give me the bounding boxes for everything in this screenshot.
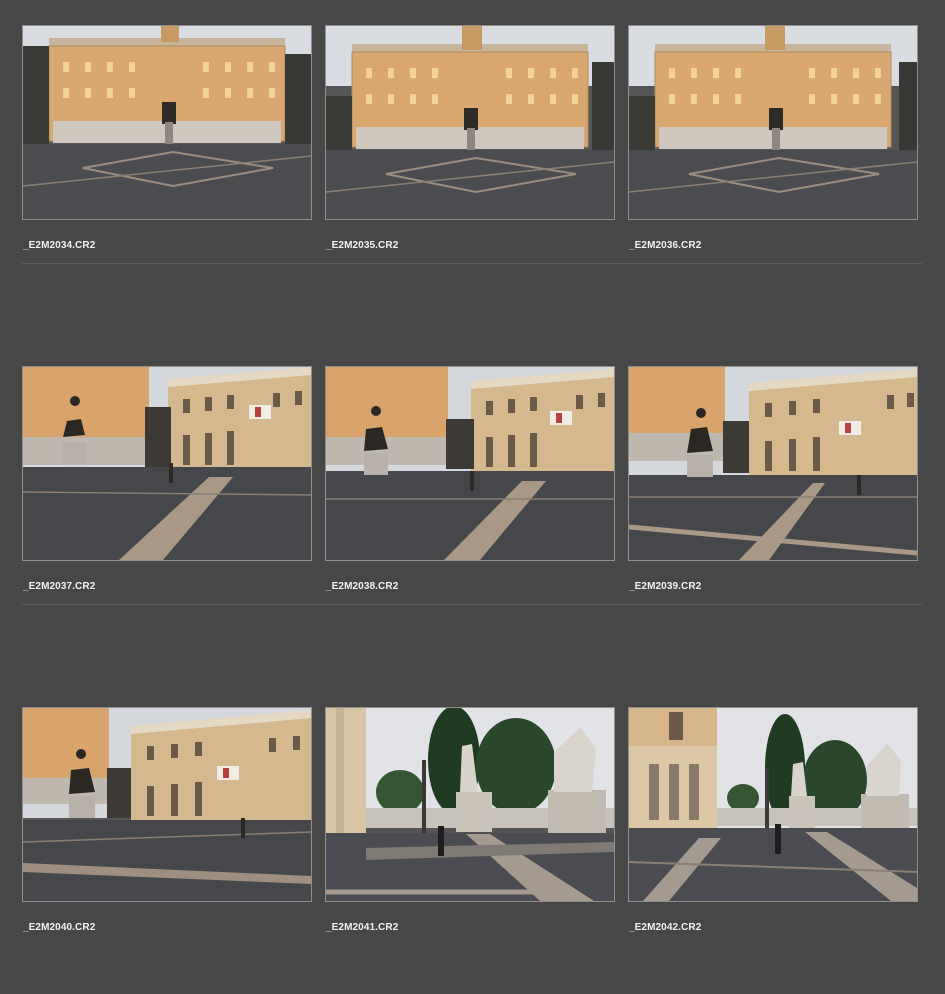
photo-thumbnail[interactable] xyxy=(628,707,918,902)
row-divider xyxy=(22,263,922,264)
thumbnail-filename: _E2M2035.CR2 xyxy=(326,240,399,251)
balustrade-statues-trees-icon xyxy=(326,708,614,901)
front-palazzo-lit-icon xyxy=(629,26,917,219)
grid-cell-8[interactable]: _E2M2041.CR2 xyxy=(325,707,615,947)
angled-piazza-statue-icon xyxy=(23,367,311,560)
grid-cell-3[interactable]: _E2M2036.CR2 xyxy=(628,25,918,265)
balustrade-statues-trees-icon xyxy=(629,708,917,901)
photo-thumbnail[interactable] xyxy=(22,25,312,220)
thumbnail-grid: _E2M2034.CR2 _E2M2035.CR2 _E2M2036.CR2 _… xyxy=(0,0,945,994)
photo-thumbnail[interactable] xyxy=(22,366,312,561)
photo-thumbnail[interactable] xyxy=(628,366,918,561)
front-palazzo-lit-icon xyxy=(23,26,311,219)
photo-thumbnail[interactable] xyxy=(628,25,918,220)
grid-cell-7[interactable]: _E2M2040.CR2 xyxy=(22,707,312,947)
grid-cell-4[interactable]: _E2M2037.CR2 xyxy=(22,366,312,606)
photo-thumbnail[interactable] xyxy=(325,25,615,220)
grid-cell-9[interactable]: _E2M2042.CR2 xyxy=(628,707,918,947)
angled-piazza-statue-icon xyxy=(23,708,311,901)
thumbnail-filename: _E2M2040.CR2 xyxy=(23,922,96,933)
thumbnail-filename: _E2M2042.CR2 xyxy=(629,922,702,933)
angled-piazza-statue-icon xyxy=(629,367,917,560)
angled-piazza-statue-icon xyxy=(326,367,614,560)
photo-thumbnail[interactable] xyxy=(325,707,615,902)
grid-cell-2[interactable]: _E2M2035.CR2 xyxy=(325,25,615,265)
grid-cell-5[interactable]: _E2M2038.CR2 xyxy=(325,366,615,606)
thumbnail-filename: _E2M2037.CR2 xyxy=(23,581,96,592)
grid-cell-1[interactable]: _E2M2034.CR2 xyxy=(22,25,312,265)
thumbnail-filename: _E2M2041.CR2 xyxy=(326,922,399,933)
grid-cell-6[interactable]: _E2M2039.CR2 xyxy=(628,366,918,606)
photo-thumbnail[interactable] xyxy=(22,707,312,902)
front-palazzo-lit-icon xyxy=(326,26,614,219)
row-divider xyxy=(22,604,922,605)
thumbnail-filename: _E2M2034.CR2 xyxy=(23,240,96,251)
thumbnail-filename: _E2M2038.CR2 xyxy=(326,581,399,592)
thumbnail-filename: _E2M2039.CR2 xyxy=(629,581,702,592)
photo-thumbnail[interactable] xyxy=(325,366,615,561)
thumbnail-filename: _E2M2036.CR2 xyxy=(629,240,702,251)
